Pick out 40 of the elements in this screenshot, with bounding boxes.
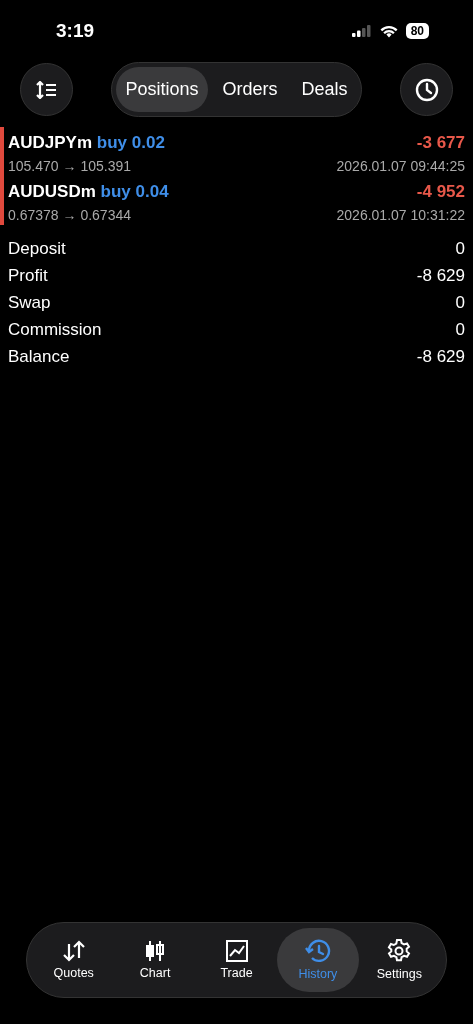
nav-item[interactable]: Chart [114, 928, 196, 992]
wifi-icon [379, 24, 398, 38]
signal-icon [351, 25, 372, 37]
price-range: 105.470 → 105.391 [8, 158, 131, 174]
candlestick-icon [144, 940, 167, 962]
clock-icon [414, 77, 439, 102]
deal-time: 2026.01.07 10:31:22 [336, 207, 465, 223]
deal-profit: -4 952 [416, 182, 465, 202]
trade-volume: buy 0.04 [100, 182, 169, 201]
clock-button[interactable] [400, 63, 453, 116]
symbol-name: AUDUSDm [8, 182, 96, 201]
nav-item[interactable]: Quotes [33, 928, 115, 992]
tab[interactable]: Orders [213, 67, 287, 112]
deal-profit: -3 677 [416, 133, 465, 153]
summary-label: Balance [8, 346, 70, 367]
price-range: 0.67378 → 0.67344 [8, 207, 131, 223]
summary-label: Deposit [8, 238, 66, 259]
summary-label: Profit [8, 265, 48, 286]
history-icon [304, 939, 331, 963]
tab[interactable]: Positions [116, 67, 208, 112]
nav-item[interactable]: Settings [358, 928, 441, 992]
status-time: 3:19 [56, 20, 95, 42]
symbol-name: AUDJPYm [8, 133, 93, 152]
sort-icon [35, 80, 58, 99]
trade-volume: buy 0.02 [96, 133, 165, 152]
tab[interactable]: Deals [292, 67, 357, 112]
summary-label: Commission [8, 319, 102, 340]
line-chart-icon [225, 940, 248, 962]
summary-value: 0 [455, 238, 465, 259]
deal-time: 2026.01.07 09:44:25 [336, 158, 465, 174]
arrows-icon [61, 940, 86, 962]
sort-button[interactable] [20, 63, 73, 116]
nav-item[interactable]: Trade [195, 928, 278, 992]
summary-label: Swap [8, 292, 51, 313]
summary-value: 0 [455, 292, 465, 313]
settings-icon [387, 939, 412, 963]
summary-value: 0 [455, 319, 465, 340]
summary-value: -8 629 [416, 265, 465, 286]
summary-value: -8 629 [416, 346, 465, 367]
battery-indicator: 80 [405, 23, 429, 39]
